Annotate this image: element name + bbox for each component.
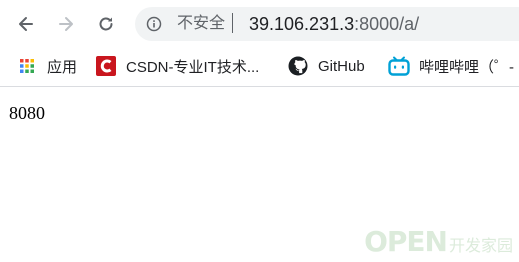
omnibox-separator [232, 13, 233, 33]
bookmark-csdn[interactable]: CSDN-专业IT技术... [95, 55, 259, 77]
bilibili-logo-icon [388, 55, 410, 77]
watermark-big-text: OPEN [364, 225, 448, 258]
bookmark-label: CSDN-专业IT技术... [126, 58, 260, 76]
bookmark-bilibili[interactable]: 哔哩哔哩（゜- [388, 55, 514, 77]
back-button[interactable] [12, 10, 40, 38]
arrow-left-icon [19, 17, 33, 31]
url-path: :8000/a/ [354, 14, 420, 34]
url-host: 39.106.231.3 [249, 14, 355, 34]
forward-button[interactable] [52, 10, 80, 38]
bookmark-label: GitHub [318, 57, 365, 75]
bookmark-apps[interactable]: 应用 [16, 55, 77, 77]
apps-grid-icon [16, 55, 38, 77]
page-body-text: 8080 [9, 103, 45, 123]
csdn-logo-icon [95, 55, 117, 77]
browser-toolbar: 不安全 39.106.231.3:8000/a/ [0, 0, 519, 48]
not-secure-label[interactable]: 不安全 [177, 15, 225, 33]
arrow-right-icon [59, 17, 73, 31]
reload-icon [99, 17, 113, 31]
page-content: 8080 OPEN 开发家园 [0, 87, 519, 262]
github-logo-icon [287, 55, 309, 77]
watermark-logo: OPEN 开发家园 [364, 228, 513, 256]
site-info-icon[interactable] [145, 15, 163, 33]
reload-button[interactable] [92, 10, 120, 38]
url-text[interactable]: 39.106.231.3:8000/a/ [249, 14, 419, 34]
bookmark-github[interactable]: GitHub [287, 55, 365, 77]
address-bar[interactable]: 不安全 39.106.231.3:8000/a/ [135, 7, 519, 41]
bookmark-label: 应用 [47, 58, 78, 76]
bookmarks-bar: 应用 CSDN-专业IT技术... GitHub 哔哩哔哩（゜- [0, 48, 519, 87]
watermark-small-text: 开发家园 [448, 236, 513, 255]
bookmark-label: 哔哩哔哩（゜- [419, 58, 514, 76]
